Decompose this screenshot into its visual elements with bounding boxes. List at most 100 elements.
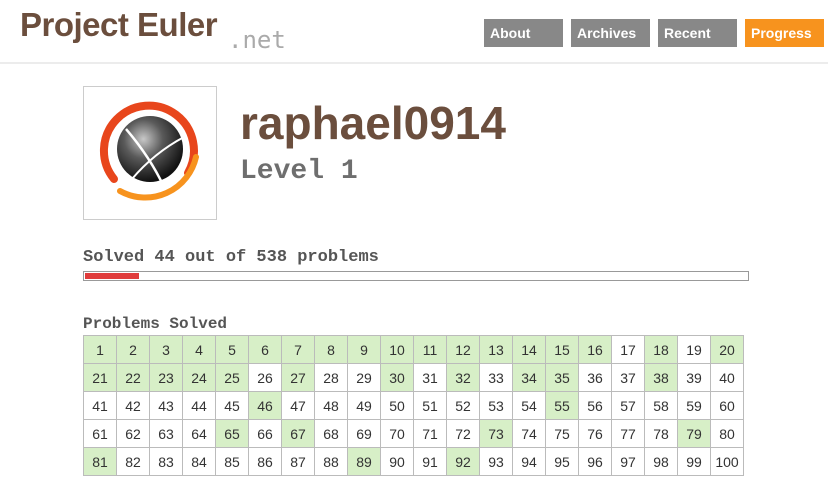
problem-cell[interactable]: 26 — [248, 363, 282, 392]
problem-cell[interactable]: 93 — [479, 447, 513, 476]
problem-cell[interactable]: 42 — [116, 391, 150, 420]
problem-cell[interactable]: 54 — [512, 391, 546, 420]
problem-cell[interactable]: 20 — [710, 335, 744, 364]
problem-cell[interactable]: 91 — [413, 447, 447, 476]
problem-cell[interactable]: 95 — [545, 447, 579, 476]
problem-cell[interactable]: 56 — [578, 391, 612, 420]
problem-cell[interactable]: 22 — [116, 363, 150, 392]
problem-cell[interactable]: 92 — [446, 447, 480, 476]
problem-cell[interactable]: 97 — [611, 447, 645, 476]
problem-cell[interactable]: 64 — [182, 419, 216, 448]
problem-cell[interactable]: 58 — [644, 391, 678, 420]
problem-cell[interactable]: 88 — [314, 447, 348, 476]
problem-cell[interactable]: 36 — [578, 363, 612, 392]
problem-cell[interactable]: 11 — [413, 335, 447, 364]
problem-cell[interactable]: 19 — [677, 335, 711, 364]
site-logo[interactable]: Project Euler .net — [20, 6, 286, 54]
problem-cell[interactable]: 38 — [644, 363, 678, 392]
nav-about-button[interactable]: About — [484, 19, 563, 47]
problem-cell[interactable]: 76 — [578, 419, 612, 448]
problem-cell[interactable]: 98 — [644, 447, 678, 476]
problem-cell[interactable]: 100 — [710, 447, 744, 476]
problem-cell[interactable]: 81 — [83, 447, 117, 476]
problem-cell[interactable]: 67 — [281, 419, 315, 448]
problem-cell[interactable]: 28 — [314, 363, 348, 392]
problem-cell[interactable]: 25 — [215, 363, 249, 392]
problem-cell[interactable]: 61 — [83, 419, 117, 448]
problem-cell[interactable]: 15 — [545, 335, 579, 364]
problem-cell[interactable]: 1 — [83, 335, 117, 364]
problem-cell[interactable]: 80 — [710, 419, 744, 448]
problem-cell[interactable]: 53 — [479, 391, 513, 420]
problem-cell[interactable]: 31 — [413, 363, 447, 392]
problem-cell[interactable]: 73 — [479, 419, 513, 448]
problem-cell[interactable]: 40 — [710, 363, 744, 392]
problem-cell[interactable]: 35 — [545, 363, 579, 392]
problem-cell[interactable]: 23 — [149, 363, 183, 392]
problem-cell[interactable]: 72 — [446, 419, 480, 448]
problem-cell[interactable]: 21 — [83, 363, 117, 392]
problem-cell[interactable]: 66 — [248, 419, 282, 448]
problem-cell[interactable]: 79 — [677, 419, 711, 448]
problem-cell[interactable]: 6 — [248, 335, 282, 364]
problem-cell[interactable]: 60 — [710, 391, 744, 420]
problem-cell[interactable]: 52 — [446, 391, 480, 420]
problem-cell[interactable]: 78 — [644, 419, 678, 448]
problem-cell[interactable]: 82 — [116, 447, 150, 476]
problem-cell[interactable]: 90 — [380, 447, 414, 476]
problem-cell[interactable]: 33 — [479, 363, 513, 392]
problem-cell[interactable]: 17 — [611, 335, 645, 364]
problem-cell[interactable]: 57 — [611, 391, 645, 420]
problem-cell[interactable]: 8 — [314, 335, 348, 364]
problem-cell[interactable]: 74 — [512, 419, 546, 448]
problem-cell[interactable]: 51 — [413, 391, 447, 420]
problem-cell[interactable]: 12 — [446, 335, 480, 364]
problem-cell[interactable]: 32 — [446, 363, 480, 392]
problem-cell[interactable]: 16 — [578, 335, 612, 364]
problem-cell[interactable]: 14 — [512, 335, 546, 364]
problem-cell[interactable]: 83 — [149, 447, 183, 476]
problem-cell[interactable]: 46 — [248, 391, 282, 420]
problem-cell[interactable]: 29 — [347, 363, 381, 392]
problem-cell[interactable]: 10 — [380, 335, 414, 364]
problem-cell[interactable]: 45 — [215, 391, 249, 420]
problem-cell[interactable]: 96 — [578, 447, 612, 476]
problem-cell[interactable]: 41 — [83, 391, 117, 420]
problem-cell[interactable]: 55 — [545, 391, 579, 420]
problem-cell[interactable]: 13 — [479, 335, 513, 364]
problem-cell[interactable]: 89 — [347, 447, 381, 476]
problem-cell[interactable]: 75 — [545, 419, 579, 448]
problem-cell[interactable]: 30 — [380, 363, 414, 392]
problem-cell[interactable]: 50 — [380, 391, 414, 420]
problem-cell[interactable]: 99 — [677, 447, 711, 476]
problem-cell[interactable]: 63 — [149, 419, 183, 448]
problem-cell[interactable]: 69 — [347, 419, 381, 448]
problem-cell[interactable]: 2 — [116, 335, 150, 364]
problem-cell[interactable]: 37 — [611, 363, 645, 392]
problem-cell[interactable]: 94 — [512, 447, 546, 476]
problem-cell[interactable]: 18 — [644, 335, 678, 364]
problem-cell[interactable]: 24 — [182, 363, 216, 392]
problem-cell[interactable]: 86 — [248, 447, 282, 476]
problem-cell[interactable]: 70 — [380, 419, 414, 448]
problem-cell[interactable]: 68 — [314, 419, 348, 448]
problem-cell[interactable]: 62 — [116, 419, 150, 448]
problem-cell[interactable]: 3 — [149, 335, 183, 364]
nav-recent-button[interactable]: Recent — [658, 19, 737, 47]
problem-cell[interactable]: 27 — [281, 363, 315, 392]
problem-cell[interactable]: 5 — [215, 335, 249, 364]
problem-cell[interactable]: 87 — [281, 447, 315, 476]
problem-cell[interactable]: 4 — [182, 335, 216, 364]
problem-cell[interactable]: 48 — [314, 391, 348, 420]
nav-progress-button[interactable]: Progress — [745, 19, 824, 47]
problem-cell[interactable]: 34 — [512, 363, 546, 392]
problem-cell[interactable]: 65 — [215, 419, 249, 448]
problem-cell[interactable]: 59 — [677, 391, 711, 420]
problem-cell[interactable]: 39 — [677, 363, 711, 392]
problem-cell[interactable]: 71 — [413, 419, 447, 448]
problem-cell[interactable]: 85 — [215, 447, 249, 476]
problem-cell[interactable]: 77 — [611, 419, 645, 448]
problem-cell[interactable]: 7 — [281, 335, 315, 364]
problem-cell[interactable]: 9 — [347, 335, 381, 364]
problem-cell[interactable]: 43 — [149, 391, 183, 420]
